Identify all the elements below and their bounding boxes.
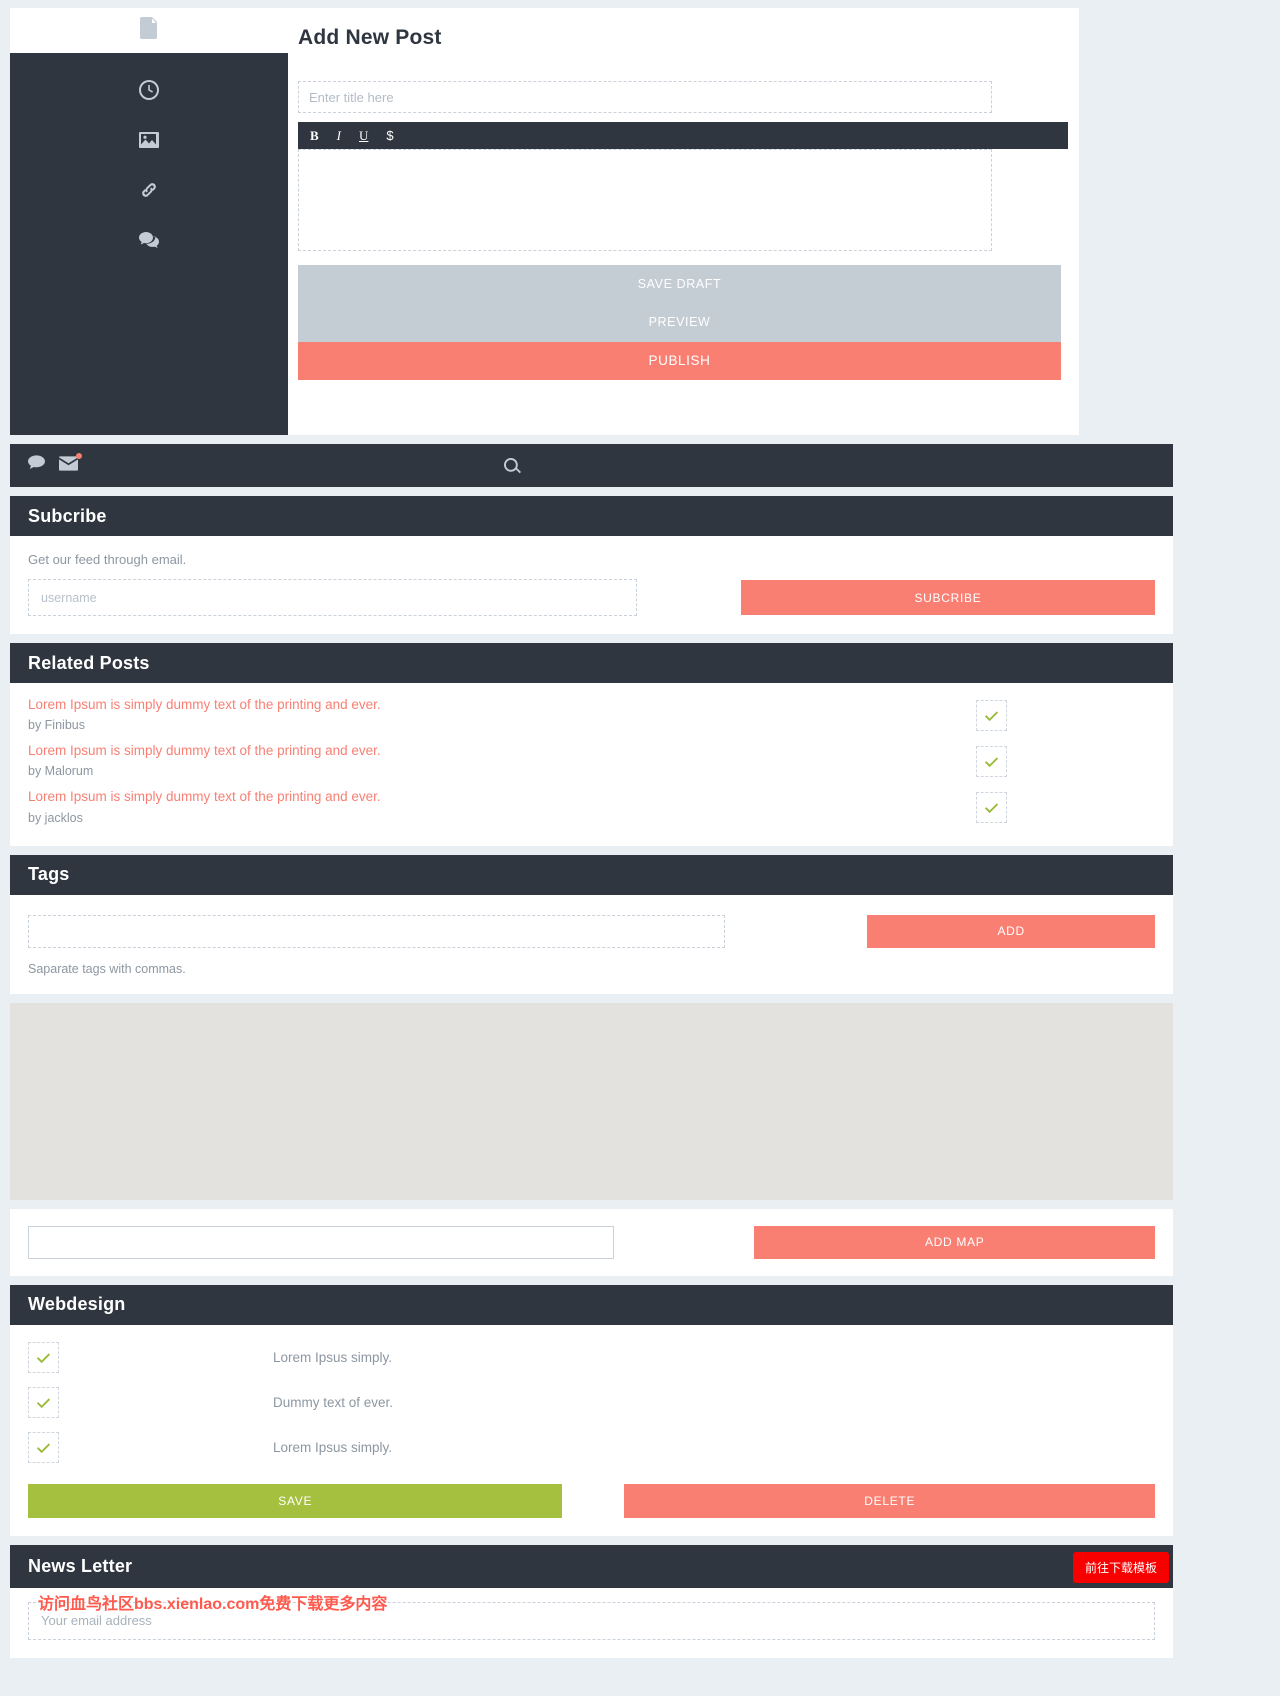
newsletter-panel: 访问血鸟社区bbs.xienlao.com免费下载更多内容 [10, 1587, 1173, 1658]
page-title: Add New Post [298, 26, 442, 49]
webdesign-item-label: Lorem Ipsus simply. [273, 1439, 393, 1455]
related-posts-header: Related Posts [10, 643, 1173, 683]
check-icon [36, 1353, 51, 1363]
add-tag-button[interactable]: ADD [867, 914, 1155, 948]
editor-sidebar [10, 8, 288, 435]
related-post-author: by Malorum [28, 764, 94, 779]
preview-button[interactable]: PREVIEW [298, 303, 1061, 342]
page-root: Add New Post B I U $ SAVE DRAFT PREVIEW … [0, 8, 1280, 1658]
check-icon [984, 803, 999, 814]
related-post-checkbox[interactable] [976, 700, 1007, 731]
sidebar-item-clock[interactable] [10, 67, 288, 117]
newsletter-heading: News Letter [28, 1555, 133, 1576]
subscribe-header: Subcribe [10, 496, 1173, 536]
webdesign-checkbox[interactable] [28, 1431, 59, 1463]
subscribe-hint: Get our feed through email. [28, 552, 187, 567]
utility-toolbar [10, 444, 1173, 487]
sidebar-icon-list [10, 53, 288, 267]
sidebar-top-strip [10, 8, 288, 53]
related-post-text: Lorem Ipsum is simply dummy text of the … [28, 739, 381, 778]
newsletter-header: News Letter 前往下载模板 [10, 1544, 1173, 1588]
check-icon [36, 1443, 51, 1453]
sidebar-item-comment[interactable] [10, 217, 288, 267]
related-post-text: Lorem Ipsum is simply dummy text of the … [28, 785, 381, 824]
webdesign-checkbox[interactable] [28, 1386, 59, 1418]
subscribe-panel: Get our feed through email. SUBCRIBE [10, 536, 1173, 634]
list-item: Dummy text of ever. [10, 1380, 1173, 1425]
post-title-input[interactable] [298, 81, 992, 113]
editor-action-buttons: SAVE DRAFT PREVIEW PUBLISH [298, 265, 1061, 380]
currency-button[interactable]: $ [386, 129, 393, 142]
tags-heading: Tags [28, 864, 70, 885]
save-draft-button[interactable]: SAVE DRAFT [298, 265, 1061, 303]
related-post-link[interactable]: Lorem Ipsum is simply dummy text of the … [28, 788, 381, 806]
related-posts-panel: Lorem Ipsum is simply dummy text of the … [10, 683, 1173, 846]
tags-panel: ADD Saparate tags with commas. [10, 894, 1173, 994]
related-post-author: by jacklos [28, 810, 83, 825]
webdesign-header: Webdesign [10, 1284, 1173, 1325]
save-button[interactable]: SAVE [28, 1483, 563, 1518]
subscribe-username-input[interactable] [28, 579, 637, 616]
rich-text-toolbar: B I U $ [298, 122, 1068, 149]
delete-button[interactable]: DELETE [624, 1483, 1155, 1518]
related-post-text: Lorem Ipsum is simply dummy text of the … [28, 693, 381, 732]
related-posts-list: Lorem Ipsum is simply dummy text of the … [10, 683, 1173, 846]
tags-hint: Saparate tags with commas. [28, 961, 186, 976]
check-icon [984, 711, 999, 722]
editor-main: Add New Post B I U $ SAVE DRAFT PREVIEW … [288, 8, 1079, 435]
related-post-author: by Finibus [28, 718, 85, 733]
map-form: ADD MAP [10, 1208, 1173, 1276]
webdesign-item-label: Dummy text of ever. [273, 1394, 394, 1410]
related-post-checkbox[interactable] [976, 746, 1007, 778]
list-item: Lorem Ipsum is simply dummy text of the … [28, 693, 1155, 732]
map-placeholder[interactable] [10, 1002, 1173, 1200]
list-item: Lorem Ipsum is simply dummy text of the … [28, 785, 1155, 825]
sidebar-item-link[interactable] [10, 167, 288, 217]
webdesign-actions: SAVE DELETE [10, 1474, 1173, 1536]
webdesign-checkbox[interactable] [28, 1341, 59, 1373]
underline-button[interactable]: U [359, 129, 368, 142]
subscribe-heading: Subcribe [28, 505, 107, 526]
sidebar-item-image[interactable] [10, 117, 288, 167]
subscribe-button[interactable]: SUBCRIBE [740, 580, 1155, 615]
subscribe-form: SUBCRIBE [10, 567, 1173, 634]
comment-icon [139, 230, 159, 255]
post-body-editor[interactable] [298, 149, 992, 251]
publish-button[interactable]: PUBLISH [298, 342, 1061, 380]
tags-form: ADD [10, 895, 1173, 948]
webdesign-list: Lorem Ipsus simply. Dummy text of ever. … [10, 1325, 1173, 1474]
utility-left-icons [10, 452, 82, 476]
related-post-link[interactable]: Lorem Ipsum is simply dummy text of the … [28, 696, 381, 714]
download-template-badge[interactable]: 前往下载模板 [1072, 1551, 1169, 1583]
bold-button[interactable]: B [310, 129, 319, 142]
webdesign-panel: Lorem Ipsus simply. Dummy text of ever. … [10, 1324, 1173, 1536]
related-posts-heading: Related Posts [28, 652, 150, 673]
tags-input[interactable] [28, 914, 726, 948]
search-icon[interactable] [504, 458, 521, 480]
webdesign-heading: Webdesign [28, 1294, 126, 1315]
comment-icon[interactable] [28, 455, 45, 476]
tags-header: Tags [10, 854, 1173, 895]
list-item: Lorem Ipsus simply. [10, 1425, 1173, 1470]
webdesign-item-label: Lorem Ipsus simply. [273, 1349, 393, 1365]
check-icon [36, 1398, 51, 1408]
add-new-post-card: Add New Post B I U $ SAVE DRAFT PREVIEW … [10, 8, 1079, 435]
related-post-link[interactable]: Lorem Ipsum is simply dummy text of the … [28, 742, 381, 760]
map-address-input[interactable] [28, 1225, 615, 1259]
mail-icon[interactable] [59, 452, 82, 476]
list-item: Lorem Ipsus simply. [10, 1335, 1173, 1380]
image-icon [139, 130, 159, 155]
notification-dot [76, 452, 82, 459]
italic-button[interactable]: I [337, 129, 341, 142]
document-icon[interactable] [139, 17, 159, 44]
link-icon [139, 180, 159, 205]
list-item: Lorem Ipsum is simply dummy text of the … [28, 739, 1155, 778]
newsletter-email-input[interactable] [28, 1601, 1155, 1640]
related-post-checkbox[interactable] [976, 792, 1007, 824]
add-map-button[interactable]: ADD MAP [754, 1225, 1155, 1259]
check-icon [984, 757, 999, 768]
clock-icon [139, 79, 159, 105]
